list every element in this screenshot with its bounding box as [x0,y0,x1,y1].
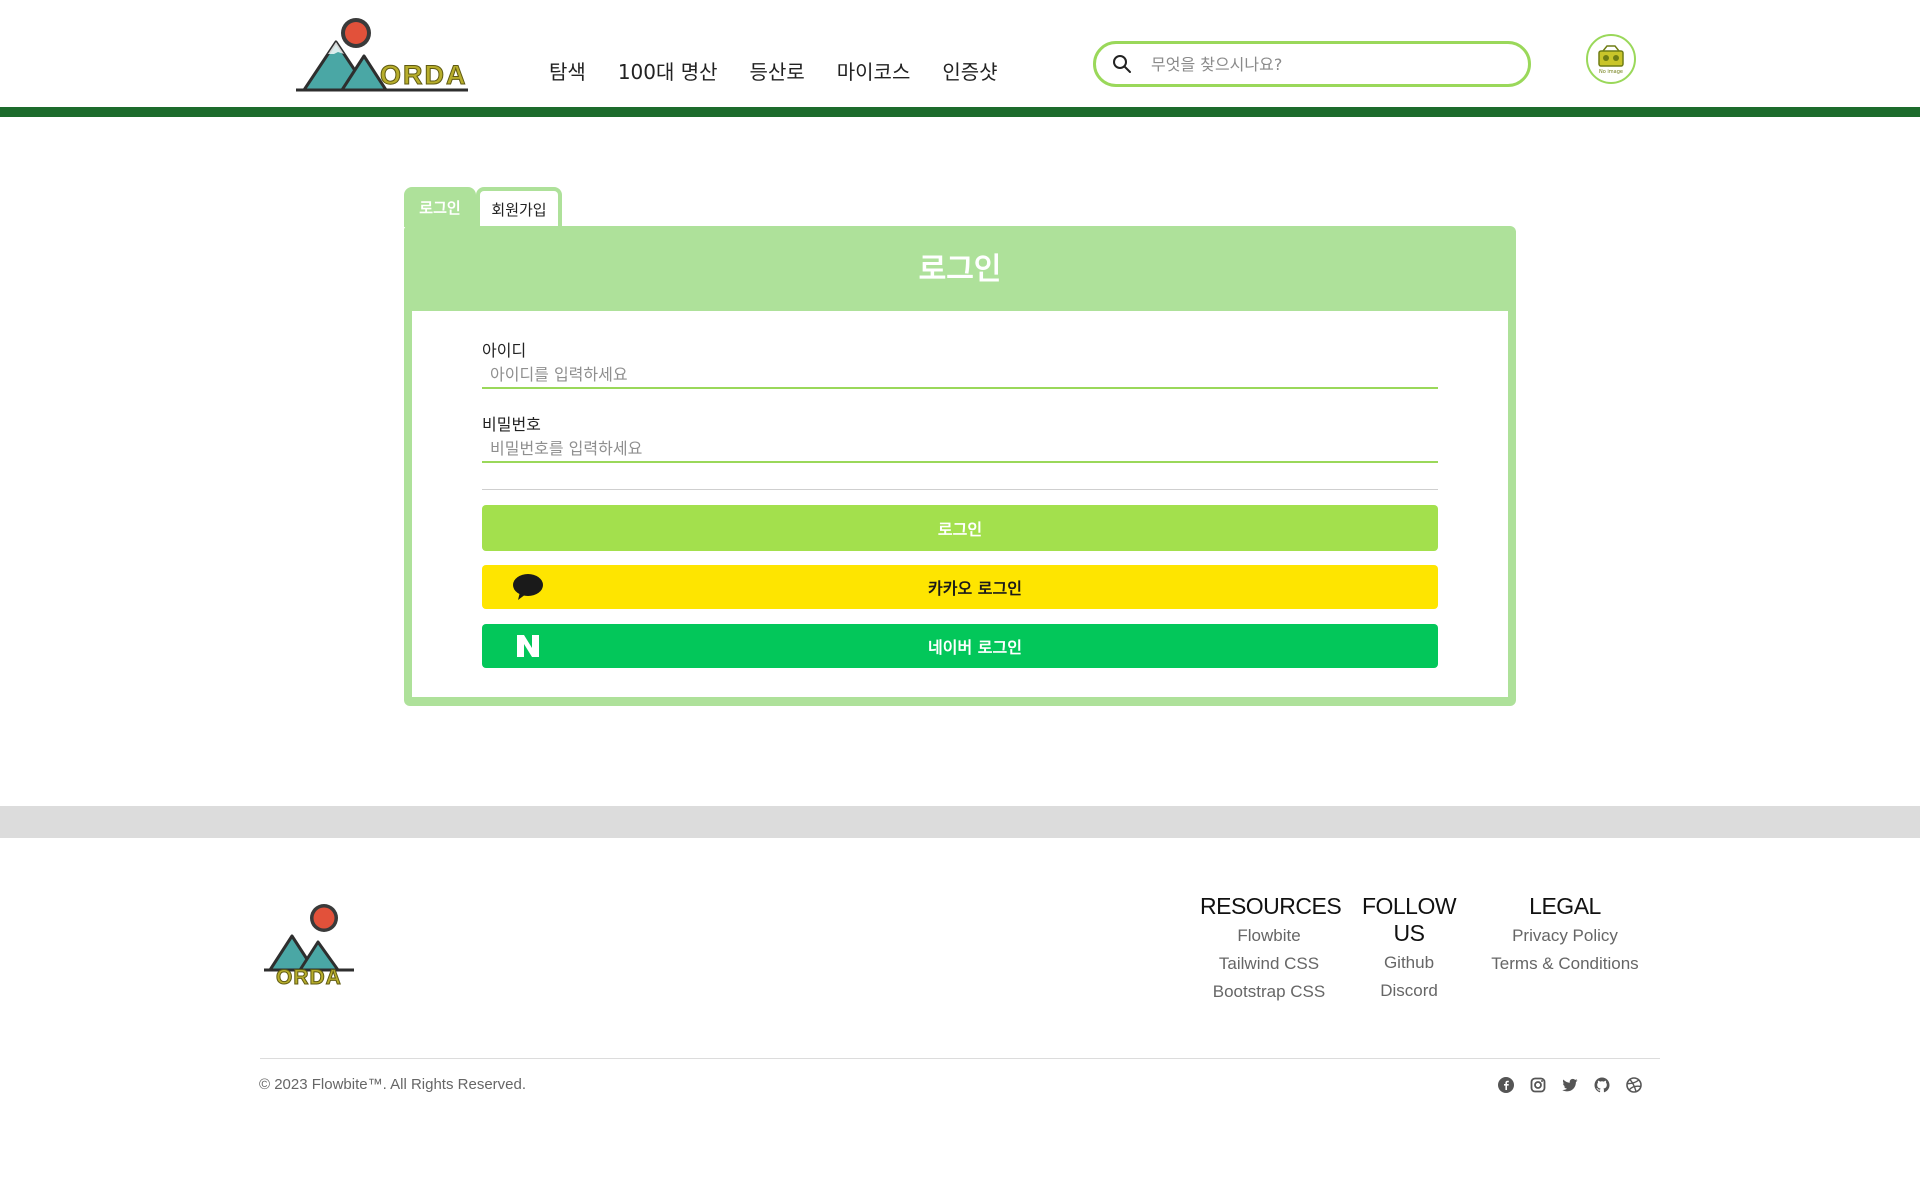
login-title: 로그인 [918,252,1002,287]
main-nav: 탐색 100대 명산 등산로 마이코스 인증샷 [549,56,998,85]
facebook-icon[interactable] [1498,1077,1514,1093]
footer-link-discord[interactable]: Discord [1348,977,1470,1005]
footer-column-follow: FOLLOW US Github Discord [1348,893,1470,1005]
social-links [1498,1077,1642,1093]
profile-placeholder-icon [1598,45,1624,67]
instagram-icon[interactable] [1530,1077,1546,1093]
footer-column-legal: LEGAL Privacy Policy Terms & Conditions [1480,893,1650,978]
login-button-label: 로그인 [937,520,983,539]
password-field[interactable] [482,435,1438,463]
footer-heading: RESOURCES [1200,893,1342,919]
footer-divider [260,1058,1660,1059]
footer-link-github[interactable]: Github [1348,949,1470,977]
site-logo[interactable]: ORDA [292,14,472,94]
nav-item-explore[interactable]: 탐색 [549,56,586,85]
form-divider [482,489,1438,490]
avatar-label: No image [1599,69,1623,75]
footer-logo-wordmark: ORDA [276,966,342,990]
footer-link-bootstrap[interactable]: Bootstrap CSS [1200,978,1338,1006]
naver-login-button[interactable]: 네이버 로그인 [482,624,1438,668]
twitter-icon[interactable] [1562,1077,1578,1093]
nav-item-trails[interactable]: 등산로 [750,56,805,85]
footer-link-tailwind[interactable]: Tailwind CSS [1200,950,1338,978]
dribbble-icon[interactable] [1626,1077,1642,1093]
naver-button-label: 네이버 로그인 [928,638,1022,657]
footer-heading: FOLLOW US [1361,893,1457,946]
site-header: ORDA 탐색 100대 명산 등산로 마이코스 인증샷 No image [0,0,1920,108]
footer-link-privacy[interactable]: Privacy Policy [1480,922,1650,950]
nav-item-top100[interactable]: 100대 명산 [618,56,718,85]
login-form: 아이디 비밀번호 로그인 카카오 로그인 네이버 로그인 [412,311,1508,697]
footer-column-resources: RESOURCES Flowbite Tailwind CSS Bootstra… [1200,893,1342,1006]
header-divider [0,107,1920,117]
footer-heading: LEGAL [1529,893,1601,919]
nav-item-mycourse[interactable]: 마이코스 [837,56,911,85]
id-label: 아이디 [482,341,527,360]
github-icon[interactable] [1594,1077,1610,1093]
id-field[interactable] [482,361,1438,389]
search-icon[interactable] [1112,54,1132,74]
kakao-button-label: 카카오 로그인 [928,579,1022,598]
footer-logo[interactable]: ORDA [262,900,358,992]
search-input[interactable] [1151,51,1511,77]
login-card: 로그인 아이디 비밀번호 로그인 카카오 로그인 네이버 로그인 [404,226,1516,706]
search-bar [1093,41,1531,87]
copyright-text: © 2023 Flowbite™. All Rights Reserved. [259,1076,527,1093]
kakao-login-button[interactable]: 카카오 로그인 [482,565,1438,609]
footer-band [0,806,1920,838]
naver-n-icon [517,635,539,657]
avatar[interactable]: No image [1586,34,1636,84]
auth-tabs: 로그인 회원가입 [404,187,562,227]
footer-link-terms[interactable]: Terms & Conditions [1480,950,1650,978]
password-label: 비밀번호 [482,415,541,434]
logo-wordmark: ORDA [380,60,468,91]
tab-login[interactable]: 로그인 [404,187,476,227]
login-button[interactable]: 로그인 [482,505,1438,551]
tab-signup[interactable]: 회원가입 [476,187,562,227]
nav-item-photos[interactable]: 인증샷 [942,56,997,85]
footer-link-flowbite[interactable]: Flowbite [1200,922,1338,950]
kakao-speech-bubble-icon [513,574,543,600]
